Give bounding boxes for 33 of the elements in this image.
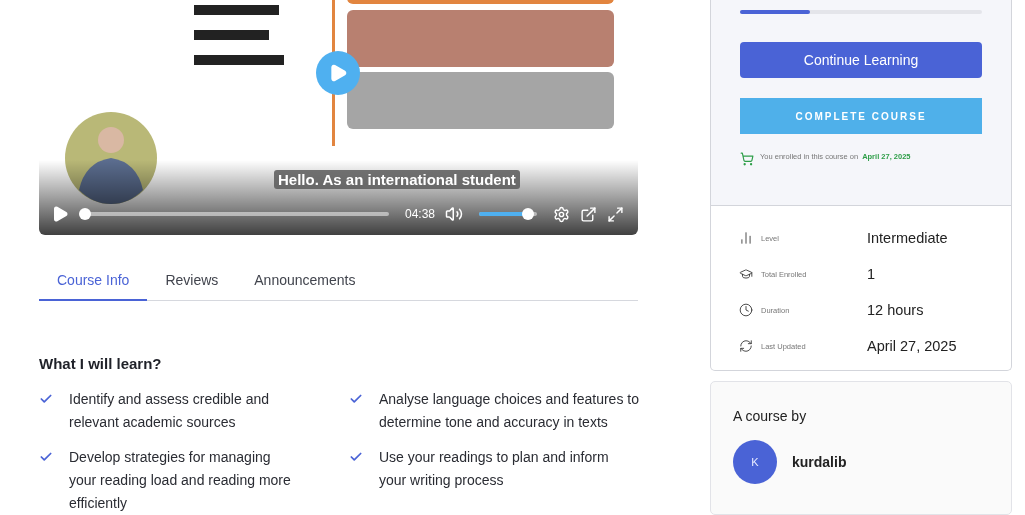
play-icon xyxy=(328,63,348,83)
detail-value: 12 hours xyxy=(867,302,924,318)
section-heading: What I will learn? xyxy=(39,355,163,372)
volume-button[interactable] xyxy=(445,205,463,223)
detail-value: April 27, 2025 xyxy=(867,338,957,354)
avatar: K xyxy=(733,440,777,484)
check-icon xyxy=(349,450,363,464)
detail-value: 1 xyxy=(867,266,876,282)
tab[interactable]: Course Info xyxy=(39,261,148,301)
cart-icon xyxy=(740,152,754,166)
check-icon xyxy=(39,450,53,464)
play-button[interactable] xyxy=(51,205,69,223)
check-icon xyxy=(349,392,363,406)
settings-button[interactable] xyxy=(553,205,570,223)
learning-point: Develop strategies for managing your reading load and reading more efficiently xyxy=(69,448,292,513)
video-caption: Hello. As an international student xyxy=(274,170,520,189)
refresh-icon xyxy=(739,339,753,353)
external-link-button[interactable] xyxy=(580,205,597,223)
check-icon xyxy=(39,392,53,406)
clock-icon xyxy=(739,303,753,317)
bar-chart-icon xyxy=(739,231,753,245)
graduation-cap-icon xyxy=(739,267,753,281)
video-time: 04:38 xyxy=(404,207,435,221)
continue-learning-button[interactable]: Continue Learning xyxy=(740,42,982,78)
author-heading: A course by xyxy=(733,408,808,424)
tab[interactable]: Announcements xyxy=(236,261,374,301)
detail-value: Intermediate xyxy=(867,230,948,246)
learning-point: Use your readings to plan and inform your writing process xyxy=(379,448,610,490)
learning-point: Identify and assess credible and relevant academic sources xyxy=(69,390,270,432)
tab[interactable]: Reviews xyxy=(147,261,237,301)
author-name[interactable]: kurdalib xyxy=(792,454,847,470)
learning-point: Analyse language choices and features to determine tone and accuracy in texts xyxy=(379,390,639,432)
fullscreen-button[interactable] xyxy=(607,205,624,223)
